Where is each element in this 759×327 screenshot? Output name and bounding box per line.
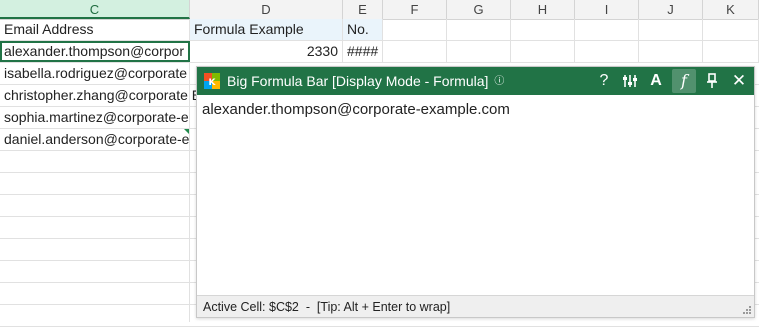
resize-grip-icon[interactable]: [742, 305, 752, 315]
formula-mode-button[interactable]: f: [672, 69, 696, 93]
column-header-g[interactable]: G: [447, 0, 511, 19]
status-text: Active Cell: $C$2 - [Tip: Alt + Enter to…: [203, 300, 451, 314]
info-icon[interactable]: ⓘ: [494, 76, 504, 87]
svg-text:K: K: [209, 78, 217, 88]
cell-j1[interactable]: [639, 19, 703, 40]
column-header-bar: C D E F G H I J K: [0, 0, 759, 20]
formula-bar-title-label: Big Formula Bar [Display Mode - Formula]: [227, 73, 489, 89]
formula-bar-title-bar[interactable]: K Big Formula Bar [Display Mode - Formul…: [197, 67, 754, 95]
cell-d2[interactable]: 2330: [190, 41, 343, 62]
cell-h1[interactable]: [511, 19, 575, 40]
table-row: Email Address Formula Example No.: [0, 19, 759, 41]
cell-i2[interactable]: [575, 41, 639, 62]
app-logo-icon: K: [204, 73, 220, 89]
cell-h2[interactable]: [511, 41, 575, 62]
cell-c5[interactable]: sophia.martinez@corporate-e: [0, 107, 190, 128]
cell-k1[interactable]: [703, 19, 759, 40]
column-header-h[interactable]: H: [511, 0, 575, 19]
pin-icon: [707, 73, 717, 88]
formula-content-area[interactable]: alexander.thompson@corporate-example.com: [197, 95, 754, 295]
sliders-icon: [623, 75, 637, 87]
formula-content-text: alexander.thompson@corporate-example.com: [202, 101, 510, 118]
cell-c4[interactable]: christopher.zhang@corporate E: [0, 85, 201, 106]
column-header-e[interactable]: E: [343, 0, 383, 19]
cell-c6[interactable]: daniel.anderson@corporate-e: [0, 129, 190, 150]
cell-f2[interactable]: [383, 41, 447, 62]
pin-button[interactable]: [700, 69, 724, 93]
cell-i1[interactable]: [575, 19, 639, 40]
formula-bar-title: Big Formula Bar [Display Mode - Formula]…: [227, 67, 504, 96]
column-header-i[interactable]: I: [575, 0, 639, 19]
column-header-f[interactable]: F: [383, 0, 447, 19]
cell-d1[interactable]: Formula Example: [190, 19, 343, 40]
status-bar: Active Cell: $C$2 - [Tip: Alt + Enter to…: [197, 295, 754, 317]
font-button[interactable]: A: [644, 69, 668, 93]
cell-f1[interactable]: [383, 19, 447, 40]
help-button[interactable]: ?: [592, 69, 616, 93]
big-formula-bar-window: K Big Formula Bar [Display Mode - Formul…: [196, 66, 755, 318]
column-header-j[interactable]: J: [639, 0, 703, 19]
cell-j2[interactable]: [639, 41, 703, 62]
table-row: alexander.thompson@corpor 2330 ####: [0, 41, 759, 63]
cell-k2[interactable]: [703, 41, 759, 62]
settings-button[interactable]: [618, 69, 642, 93]
cell-e2[interactable]: ####: [343, 41, 383, 62]
cell-c2-active[interactable]: alexander.thompson@corpor: [0, 41, 190, 62]
cell-c3[interactable]: isabella.rodriguez@corporate: [0, 63, 190, 84]
close-button[interactable]: ✕: [727, 69, 751, 93]
column-header-c[interactable]: C: [0, 0, 190, 19]
column-divider: [189, 19, 190, 322]
cell-e1[interactable]: No.: [343, 19, 383, 40]
column-header-d[interactable]: D: [190, 0, 343, 19]
cell-c1[interactable]: Email Address: [0, 19, 190, 40]
column-header-k[interactable]: K: [703, 0, 759, 19]
cell-g1[interactable]: [447, 19, 511, 40]
cell-g2[interactable]: [447, 41, 511, 62]
